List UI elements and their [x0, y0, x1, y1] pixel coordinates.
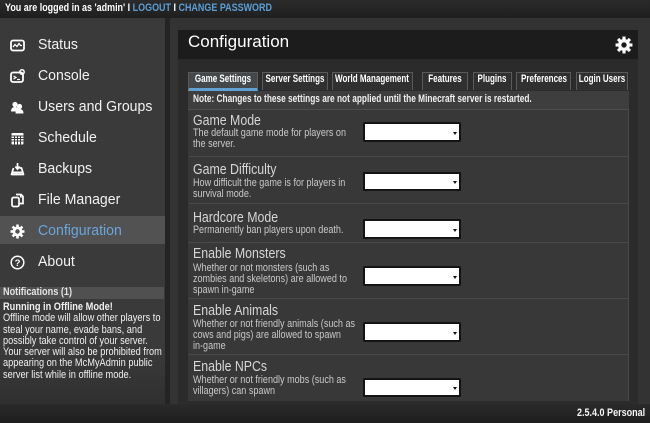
svg-text:?: ? [15, 257, 21, 268]
